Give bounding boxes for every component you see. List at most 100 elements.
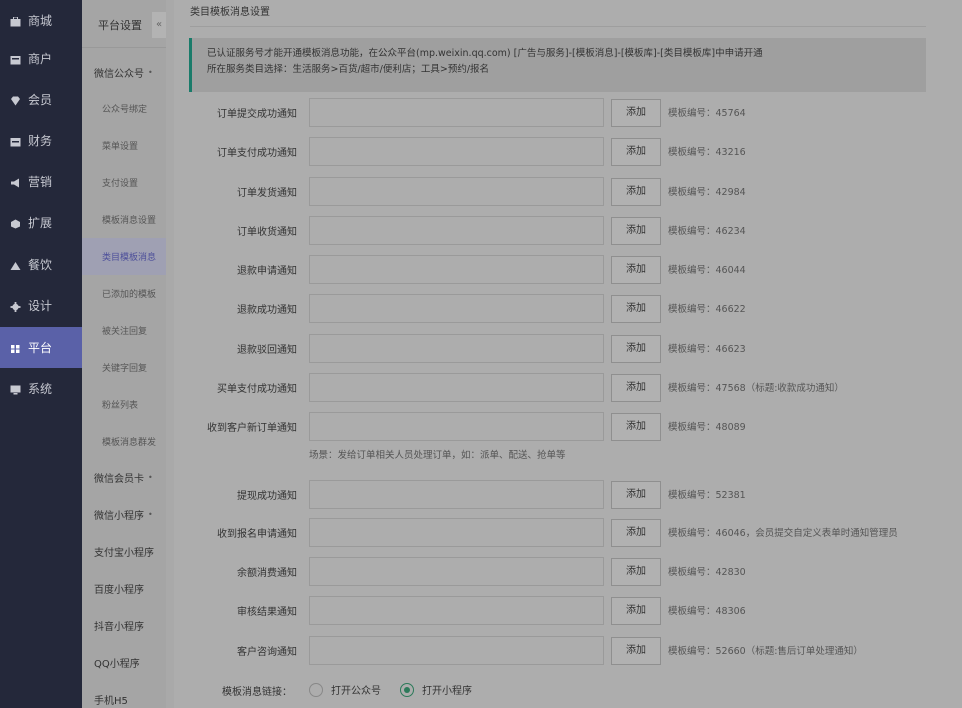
add-template-button[interactable]: 添加 [611,295,661,323]
sidebar-item-10[interactable]: 模板消息群发 [82,423,166,460]
template-number: 模板编号：45764 [668,108,746,119]
template-row: 订单收货通知 添加 模板编号：46234 [174,216,962,246]
template-id-input[interactable] [309,412,604,441]
nav-item-4[interactable]: 营销 [0,161,82,202]
template-number: 模板编号：46623 [668,344,746,355]
add-template-button[interactable]: 添加 [611,413,661,441]
add-template-button[interactable]: 添加 [611,374,661,402]
notice-line-1: 已认证服务号才能开通模板消息功能，在公众平台(mp.weixin.qq.com)… [207,48,763,59]
radio-dot-checked[interactable] [400,682,414,697]
wallet-icon [10,136,21,146]
sidebar-item-label: 模板消息设置 [102,216,157,226]
template-id-input[interactable] [309,636,604,665]
template-label: 余额消费通知 [237,568,297,579]
sidebar-item-9[interactable]: 粉丝列表 [82,386,166,423]
megaphone-icon [10,177,20,187]
template-id-input[interactable] [309,334,604,363]
sidebar-header: 平台设置 « [82,0,166,48]
merchant-icon [10,54,21,64]
sidebar-item-12[interactable]: 微信小程序 • [82,496,166,533]
add-template-button[interactable]: 添加 [611,256,661,284]
sidebar-item-11[interactable]: 微信会员卡 • [82,459,166,496]
template-label: 提现成功通知 [237,491,297,502]
template-label: 订单发货通知 [237,188,297,199]
template-id-input[interactable] [309,255,604,284]
add-template-button[interactable]: 添加 [611,558,661,586]
sidebar-item-17[interactable]: 手机H5 [82,681,166,708]
sidebar-item-label: 菜单设置 [102,142,139,152]
nav-item-label: 系统 [28,382,53,396]
template-label: 退款成功通知 [237,305,297,316]
radio-open-mini-program[interactable]: 打开小程序 [400,682,472,697]
add-template-button[interactable]: 添加 [611,519,661,547]
template-id-input[interactable] [309,98,604,127]
sidebar-item-6[interactable]: 已添加的模板 [82,275,166,312]
main-nav: 商城商户会员财务 营销 扩展餐饮设计 平台系统 [0,0,82,708]
nav-item-label: 会员 [28,93,53,107]
sidebar-item-1[interactable]: 公众号绑定 [82,90,166,127]
template-id-input[interactable] [309,294,604,323]
template-number: 模板编号：52381 [668,490,746,501]
secondary-sidebar: 平台设置 « 微信公众号 • 公众号绑定菜单设置支付设置模板消息设置类目模板消息 已添… [82,0,166,708]
template-row: 订单发货通知 添加 模板编号：42984 [174,177,962,207]
template-row: 退款驳回通知 添加 模板编号：46623 [174,334,962,364]
template-row: 客户咨询通知 添加 模板编号：52660（标题:售后订单处理通知） [174,636,962,666]
sidebar-item-3[interactable]: 支付设置 [82,164,166,201]
nav-item-0[interactable]: 商城 [0,0,82,41]
sidebar-item-label: 百度小程序 [94,585,144,596]
sidebar-item-13[interactable]: 支付宝小程序 [82,533,166,570]
add-template-button[interactable]: 添加 [611,597,661,625]
nav-item-7[interactable]: 设计 [0,285,82,326]
nav-item-3[interactable]: 财务 [0,120,82,161]
sidebar-item-4[interactable]: 模板消息设置 [82,201,166,238]
nav-item-9[interactable]: 系统 [0,368,82,409]
template-id-input[interactable] [309,557,604,586]
template-number: 模板编号：52660（标题:售后订单处理通知） [668,646,863,657]
main-content: 类目模板消息设置 已认证服务号才能开通模板消息功能，在公众平台(mp.weixi… [174,0,962,708]
sidebar-item-7[interactable]: 被关注回复 [82,312,166,349]
template-id-input[interactable] [309,518,604,547]
nav-item-1[interactable]: 商户 [0,38,82,79]
template-id-input[interactable] [309,373,604,402]
nav-item-8[interactable]: 平台 [0,327,82,368]
add-template-button[interactable]: 添加 [611,335,661,363]
nav-item-2[interactable]: 会员 [0,79,82,120]
nav-item-label: 商城 [28,14,53,28]
template-label: 收到客户新订单通知 [207,423,297,434]
collapse-sidebar-button[interactable]: « [152,12,166,38]
nav-item-label: 餐饮 [28,258,53,272]
template-number: 模板编号：47568（标题:收款成功通知） [668,383,844,394]
add-template-button[interactable]: 添加 [611,481,661,509]
sidebar-item-14[interactable]: 百度小程序 [82,570,166,607]
sidebar-item-0[interactable]: 微信公众号 • [82,54,166,91]
sidebar-item-15[interactable]: 抖音小程序 [82,607,166,644]
sidebar-item-8[interactable]: 关键字回复 [82,349,166,386]
template-row: 订单支付成功通知 添加 模板编号：43216 [174,137,962,167]
radio-dot[interactable] [309,682,323,697]
sidebar-item-2[interactable]: 菜单设置 [82,127,166,164]
sidebar-item-16[interactable]: QQ小程序 [82,644,166,681]
add-template-button[interactable]: 添加 [611,178,661,206]
template-label: 退款驳回通知 [237,345,297,356]
grid-icon [10,343,20,353]
radio-open-official-account[interactable]: 打开公众号 [309,682,381,697]
template-id-input[interactable] [309,480,604,509]
sidebar-item-label: 模板消息群发 [102,438,157,448]
template-id-input[interactable] [309,177,604,206]
sidebar-item-label: 手机H5 [94,696,128,707]
template-id-input[interactable] [309,137,604,166]
nav-item-5[interactable]: 扩展 [0,202,82,243]
nav-item-6[interactable]: 餐饮 [0,244,82,285]
template-id-input[interactable] [309,596,604,625]
template-id-input[interactable] [309,216,604,245]
add-template-button[interactable]: 添加 [611,138,661,166]
template-label: 订单支付成功通知 [217,148,297,159]
triangle-icon [10,260,21,270]
template-number: 模板编号：46622 [668,304,746,315]
add-template-button[interactable]: 添加 [611,217,661,245]
sidebar-item-5[interactable]: 类目模板消息 [82,238,166,275]
add-template-button[interactable]: 添加 [611,637,661,665]
add-template-button[interactable]: 添加 [611,99,661,127]
template-number: 模板编号：48306 [668,606,746,617]
gear-icon [10,301,21,312]
